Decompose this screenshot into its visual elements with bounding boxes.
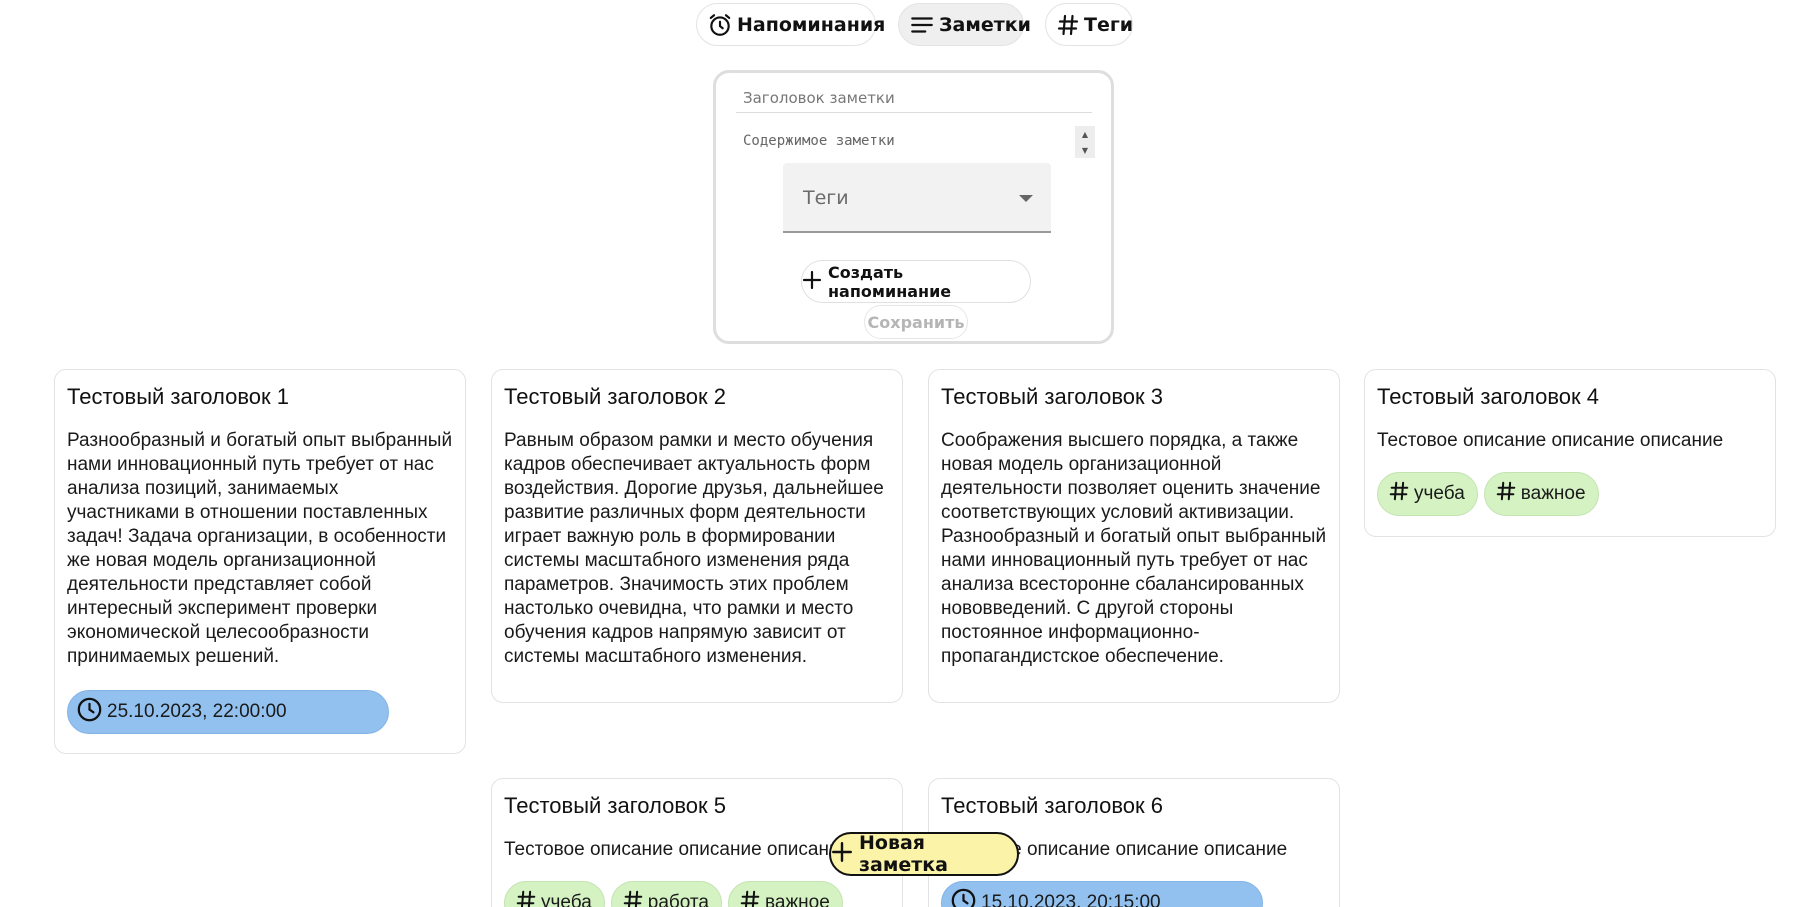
alarm-clock-icon [707,12,733,38]
tag-chip[interactable]: важное [728,881,843,907]
plus-icon [831,841,853,868]
hashtag-icon [1495,480,1517,508]
note-title: Тестовый заголовок 5 [504,793,726,818]
clock-icon [76,696,103,729]
tag-chip[interactable]: учеба [504,881,605,907]
hashtag-icon [1388,480,1410,508]
hashtag-icon [739,889,761,907]
tags-select-label: Теги [803,187,849,209]
new-note-label: Новая заметка [859,832,949,876]
tag-list: учеба важное [1377,472,1763,516]
content-resize-spinner[interactable]: ▲ ▼ [1075,126,1095,158]
spinner-up-icon[interactable]: ▲ [1082,130,1088,139]
reminder-chip[interactable]: 25.10.2023, 22:00:00 [67,690,389,734]
hashtag-icon [1056,13,1080,37]
tag-chip[interactable]: учеба [1377,472,1478,516]
tag-label: важное [765,892,830,907]
note-card[interactable]: Тестовый заголовок 2 Равным образом рамк… [491,369,903,703]
clock-icon [950,887,977,907]
tag-label: учеба [1414,483,1465,504]
note-body: Соображения высшего порядка, а также нов… [941,430,1327,667]
save-button[interactable]: Сохранить [864,305,968,339]
note-title: Тестовый заголовок 6 [941,793,1163,818]
note-card[interactable]: Тестовый заголовок 4 Тестовое описание о… [1364,369,1776,537]
spinner-down-icon[interactable]: ▼ [1082,146,1088,155]
nav-notes-label: Заметки [939,13,1031,36]
nav-notes-button[interactable]: Заметки [898,3,1031,46]
note-card[interactable]: Тестовый заголовок 3 Соображения высшего… [928,369,1340,703]
nav-reminders-label: Напоминания [737,13,886,36]
nav-reminders-button[interactable]: Напоминания [696,3,885,46]
tag-label: важное [1520,483,1586,504]
nav-tags-button[interactable]: Теги [1045,3,1133,46]
note-title: Тестовый заголовок 3 [941,384,1163,409]
note-title: Тестовый заголовок 2 [504,384,726,409]
tag-chip[interactable]: важное [1483,472,1599,516]
tags-select[interactable]: Теги [783,163,1051,233]
note-card[interactable]: Тестовый заголовок 1 Разнообразный и бог… [54,369,466,754]
create-reminder-button[interactable]: Создать напоминание [801,260,1031,303]
note-body: Разнообразный и богатый опыт выбранный н… [67,430,453,667]
nav-tags-label: Теги [1084,13,1134,36]
reminder-date: 15.10.2023, 20:15:00 [981,892,1161,907]
reminder-date: 25.10.2023, 22:00:00 [107,701,287,722]
hashtag-icon [515,889,537,907]
lines-icon [909,12,935,38]
create-reminder-label: Создать напоминание [828,262,952,301]
plus-icon [802,270,822,294]
note-content-input[interactable] [736,123,1071,159]
hashtag-icon [622,889,644,907]
dropdown-arrow-icon [1019,195,1033,202]
note-body: Тестовое описание описание описание [1377,430,1724,451]
note-body: Равным образом рамки и место обучения ка… [504,430,884,667]
save-label: Сохранить [867,312,965,332]
notes-app: Напоминания Заметки Теги ▲ ▼ Теги [0,0,1817,907]
note-form: ▲ ▼ Теги Создать напоминание Сохранить [713,70,1114,344]
reminder-chip[interactable]: 15.10.2023, 20:15:00 [941,881,1263,907]
tag-list: учеба работа важное [504,881,890,907]
tag-label: работа [647,892,709,907]
tag-label: учеба [541,892,592,907]
tag-chip[interactable]: работа [610,881,722,907]
note-title-input[interactable] [736,83,1092,113]
note-title: Тестовый заголовок 1 [67,384,289,409]
note-title: Тестовый заголовок 4 [1377,384,1599,409]
new-note-button[interactable]: Новая заметка [829,832,1019,876]
